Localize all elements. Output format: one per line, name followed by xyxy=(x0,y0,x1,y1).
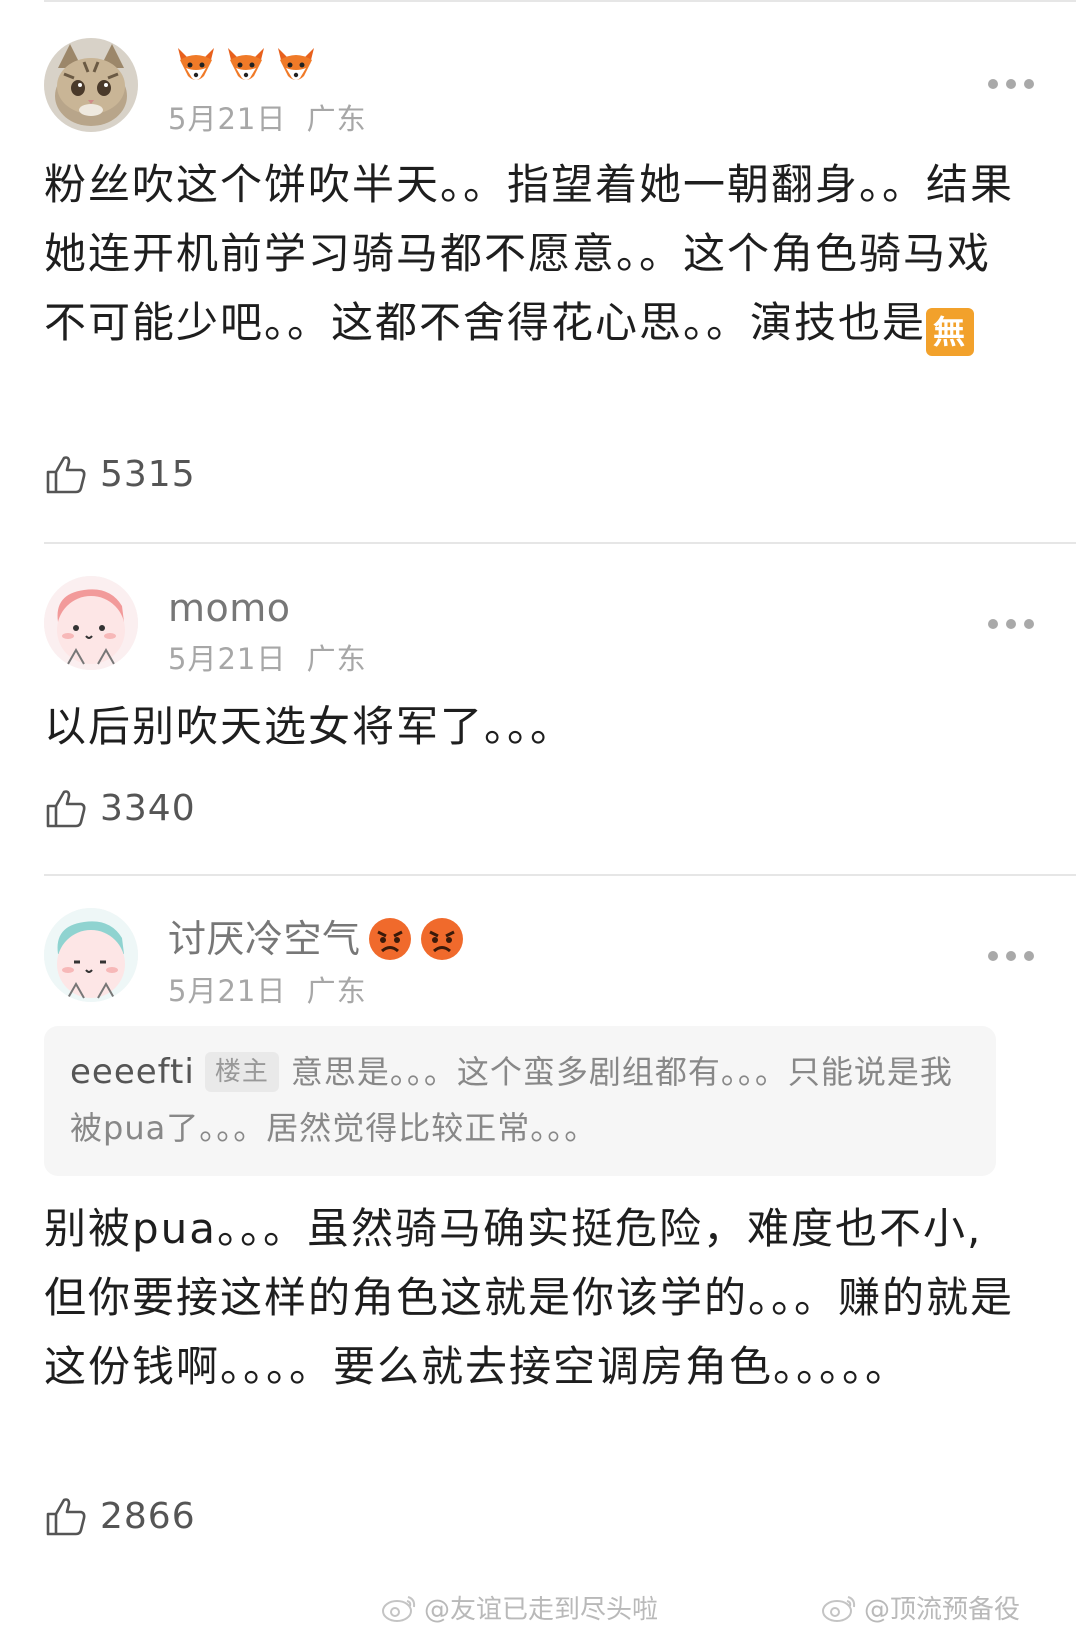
more-options-icon[interactable] xyxy=(988,74,1036,94)
cartoon-avatar-icon xyxy=(44,908,138,1002)
thumbs-up-icon xyxy=(46,456,86,494)
weibo-logo-icon xyxy=(822,1595,856,1622)
more-options-icon[interactable] xyxy=(988,946,1036,966)
op-badge: 楼主 xyxy=(204,1052,279,1092)
watermark-text: @顶流预备役 xyxy=(864,1595,1021,1625)
like-button[interactable]: 3340 xyxy=(44,786,196,830)
cartoon-avatar-icon xyxy=(44,576,138,670)
username-row: momo xyxy=(168,586,291,630)
avatar[interactable] xyxy=(44,908,138,1002)
comment-location: 广东 xyxy=(306,102,367,136)
angry-emoji-icon xyxy=(420,918,463,960)
username-row xyxy=(168,42,318,86)
quoted-reply[interactable]: eeeefti 楼主 意思是。。。这个蛮多剧组都有。。。只能说是我被pua了。。。居… xyxy=(44,1026,996,1176)
watermark: @顶流预备役 xyxy=(820,1589,1020,1626)
comment-date: 5月21日 xyxy=(168,642,287,676)
avatar[interactable] xyxy=(44,38,138,132)
weibo-logo-icon xyxy=(382,1595,416,1622)
watermark: @友谊已走到尽头啦 xyxy=(380,1589,658,1626)
more-options-icon[interactable] xyxy=(988,614,1036,634)
quoted-username[interactable]: eeeefti xyxy=(70,1052,195,1092)
comment-date: 5月21日 xyxy=(168,974,287,1008)
comment-item: 5月21日 广东 粉丝吹这个饼吹半天。。指望着她一朝翻身。。结果她连开机前学习骑… xyxy=(44,0,1036,540)
username[interactable]: 讨厌冷空气 xyxy=(168,917,361,961)
comment-text: 粉丝吹这个饼吹半天。。指望着她一朝翻身。。结果她连开机前学习骑马都不愿意。。这个… xyxy=(44,150,1024,357)
like-button[interactable]: 2866 xyxy=(44,1494,196,1538)
like-button[interactable]: 5315 xyxy=(44,452,196,496)
quoted-text: 意思是。。。这个蛮多剧组都有。。。只能说是我被pua了。。。居然觉得比较正常。。… xyxy=(70,1053,953,1147)
wu-emoji-icon: 無 xyxy=(926,308,975,356)
comment-location: 广东 xyxy=(306,974,367,1008)
cat-avatar-icon xyxy=(44,38,138,132)
like-count: 5315 xyxy=(100,453,196,495)
thumbs-up-icon xyxy=(46,790,86,828)
like-count: 3340 xyxy=(100,787,196,829)
fox-emoji-icon xyxy=(278,48,314,80)
comment-meta: 5月21日 广东 xyxy=(168,96,367,138)
username[interactable]: momo xyxy=(168,586,291,630)
comment-date: 5月21日 xyxy=(168,102,287,136)
comment-item: momo 5月21日 广东 以后别吹天选女将军了。。。 3340 xyxy=(44,544,1036,874)
angry-emoji-icon xyxy=(368,918,411,960)
avatar[interactable] xyxy=(44,576,138,670)
comment-text: 别被pua。。。虽然骑马确实挺危险，难度也不小,但你要接这样的角色这就是你该学的… xyxy=(44,1204,1015,1391)
comment-text: 以后别吹天选女将军了。。。 xyxy=(44,702,575,751)
like-count: 2866 xyxy=(100,1495,196,1537)
comment-meta: 5月21日 广东 xyxy=(168,968,367,1010)
username-row: 讨厌冷空气 xyxy=(168,916,465,962)
fox-emoji-icon xyxy=(228,48,264,80)
comment-location: 广东 xyxy=(306,642,367,676)
comment-item: 讨厌冷空气 5月21日 广东 eeeefti 楼主 意思是。。。这个蛮多剧组都有。。… xyxy=(44,876,1036,1632)
comment-meta: 5月21日 广东 xyxy=(168,636,367,678)
thumbs-up-icon xyxy=(46,1498,86,1536)
fox-emoji-icon xyxy=(178,48,214,80)
watermark-text: @友谊已走到尽头啦 xyxy=(424,1595,659,1625)
